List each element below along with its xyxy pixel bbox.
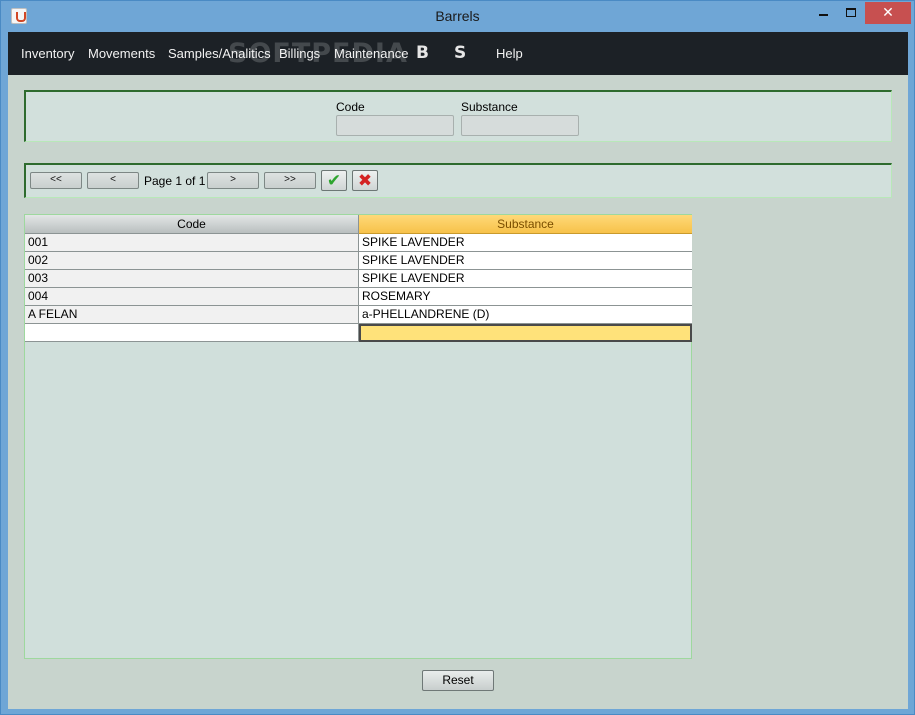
table-row[interactable]: 003 SPIKE LAVENDER (25, 270, 692, 288)
menu-inventory[interactable]: Inventory (21, 46, 74, 61)
table-row[interactable]: 001 SPIKE LAVENDER (25, 234, 692, 252)
cell-code[interactable] (25, 324, 359, 342)
title-bar[interactable]: Barrels ✕ (1, 1, 914, 32)
cell-substance[interactable]: a-PHELLANDRENE (D) (359, 306, 692, 324)
next-page-button[interactable]: > (207, 172, 259, 189)
cell-substance[interactable]: ROSEMARY (359, 288, 692, 306)
barrels-table: Code Substance 001 SPIKE LAVENDER 002 SP… (24, 214, 692, 659)
close-button[interactable]: ✕ (865, 2, 911, 24)
maximize-button[interactable] (837, 2, 865, 24)
substance-filter-input[interactable] (461, 115, 579, 136)
maximize-icon (846, 8, 856, 17)
code-filter-label: Code (336, 100, 365, 114)
prev-page-button[interactable]: < (87, 172, 139, 189)
cell-substance[interactable]: SPIKE LAVENDER (359, 234, 692, 252)
minimize-button[interactable] (809, 2, 837, 24)
cell-substance-editing[interactable] (359, 324, 692, 342)
substance-filter-label: Substance (461, 100, 518, 114)
window-title: Barrels (435, 8, 480, 24)
cell-substance[interactable]: SPIKE LAVENDER (359, 270, 692, 288)
menu-maintenance[interactable]: Maintenance (334, 46, 408, 61)
menu-billings[interactable]: Billings (279, 46, 320, 61)
b-icon[interactable]: B (416, 43, 429, 63)
column-header-substance[interactable]: Substance (359, 215, 692, 234)
table-row[interactable]: A FELAN a-PHELLANDRENE (D) (25, 306, 692, 324)
menu-samples-analitics[interactable]: Samples/Analitics (168, 46, 271, 61)
column-header-code[interactable]: Code (25, 215, 359, 234)
page-indicator: Page 1 of 1 (144, 174, 206, 188)
table-row[interactable]: 002 SPIKE LAVENDER (25, 252, 692, 270)
code-filter-input[interactable] (336, 115, 454, 136)
cell-code[interactable]: 003 (25, 270, 359, 288)
last-page-button[interactable]: >> (264, 172, 316, 189)
checkmark-icon: ✔ (326, 171, 342, 190)
reset-button[interactable]: Reset (422, 670, 494, 691)
cell-code[interactable]: 001 (25, 234, 359, 252)
table-row-new[interactable] (25, 324, 692, 342)
cell-code[interactable]: 004 (25, 288, 359, 306)
cell-code[interactable]: A FELAN (25, 306, 359, 324)
confirm-button[interactable]: ✔ (321, 170, 347, 191)
table-row[interactable]: 004 ROSEMARY (25, 288, 692, 306)
cell-substance[interactable]: SPIKE LAVENDER (359, 252, 692, 270)
close-icon: ✕ (882, 4, 894, 20)
first-page-button[interactable]: << (30, 172, 82, 189)
cancel-button[interactable]: ✖ (352, 170, 378, 191)
menu-help[interactable]: Help (496, 46, 523, 61)
cell-code[interactable]: 002 (25, 252, 359, 270)
menu-bar: SOFTPEDIA Inventory Movements Samples/An… (8, 32, 908, 75)
cross-icon: ✖ (357, 171, 373, 190)
main-content: Code Substance << < Page 1 of 1 > >> ✔ ✖… (8, 75, 908, 709)
s-icon[interactable]: S (454, 43, 466, 63)
menu-movements[interactable]: Movements (88, 46, 155, 61)
filter-panel: Code Substance (24, 90, 892, 142)
app-window: Barrels ✕ SOFTPEDIA Inventory Movements … (0, 0, 915, 715)
pagination-panel: << < Page 1 of 1 > >> ✔ ✖ (24, 163, 892, 198)
minimize-icon (818, 14, 828, 16)
